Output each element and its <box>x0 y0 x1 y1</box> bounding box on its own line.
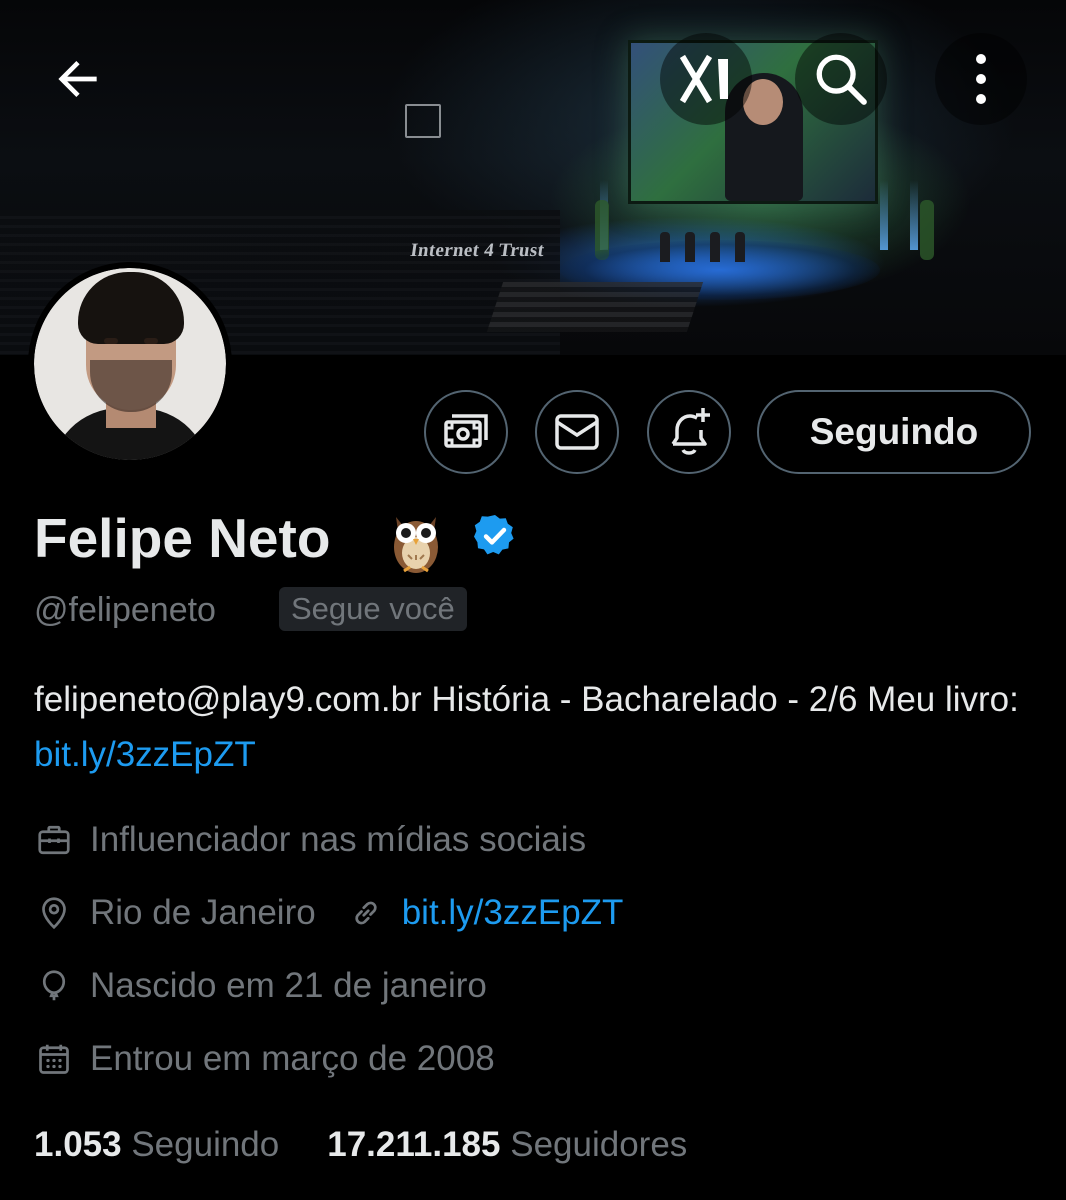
owl-emoji <box>394 517 438 573</box>
profile-stats: 1.053 Seguindo 17.211.185 Seguidores <box>34 1120 687 1170</box>
avatar[interactable] <box>28 262 232 466</box>
subscribe-icon <box>444 414 488 448</box>
joined-text: Entrou em março de 2008 <box>90 1039 495 1078</box>
subscribe-button[interactable] <box>424 390 508 474</box>
message-button[interactable] <box>535 390 619 474</box>
followers-stat-label: Seguidores <box>510 1125 688 1164</box>
profile-joined-row: Entrou em março de 2008 <box>34 1034 495 1084</box>
grok-icon <box>679 54 728 104</box>
arrow-left-icon <box>58 61 97 97</box>
grok-button[interactable] <box>660 33 752 125</box>
envelope-icon <box>555 414 599 450</box>
following-count: 1.053 <box>34 1125 122 1164</box>
balloon-icon <box>34 966 74 1006</box>
following-button[interactable]: Seguindo <box>757 390 1031 474</box>
banner-stairs <box>486 282 704 332</box>
following-stat-label: Seguindo <box>131 1125 280 1164</box>
following-stat[interactable]: 1.053 Seguindo <box>34 1125 279 1164</box>
notify-button[interactable] <box>647 390 731 474</box>
calendar-icon <box>34 1039 74 1079</box>
profile-birth-row: Nascido em 21 de janeiro <box>34 961 487 1011</box>
search-icon <box>816 54 867 105</box>
location-text: Rio de Janeiro <box>90 893 316 932</box>
briefcase-icon <box>34 820 74 860</box>
more-vertical-icon <box>976 54 986 104</box>
followers-count: 17.211.185 <box>327 1125 501 1164</box>
verified-badge-icon <box>474 515 514 555</box>
followers-stat[interactable]: 17.211.185 Seguidores <box>327 1125 687 1164</box>
banner-sign: Internet 4 Trust <box>408 240 546 261</box>
profile-category-row: Influenciador nas mídias sociais <box>34 815 586 865</box>
search-button[interactable] <box>795 33 887 125</box>
birth-text: Nascido em 21 de janeiro <box>90 966 487 1005</box>
bio: felipeneto@play9.com.br História - Bacha… <box>34 672 1034 782</box>
bell-plus-icon <box>671 408 710 455</box>
handle: @felipeneto <box>34 591 216 629</box>
follows-you-badge: Segue você <box>279 587 467 631</box>
more-button[interactable] <box>935 33 1027 125</box>
website-link[interactable]: bit.ly/3zzEpZT <box>402 893 624 933</box>
bio-link[interactable]: bit.ly/3zzEpZT <box>34 735 256 774</box>
display-name: Felipe Neto <box>34 507 331 569</box>
banner-unesco-logo <box>405 104 441 138</box>
profile-location-row: Rio de Janeiro bit.ly/3zzEpZT <box>34 888 623 938</box>
bio-text: felipeneto@play9.com.br História - Bacha… <box>34 680 1019 719</box>
category-text: Influenciador nas mídias sociais <box>90 820 587 859</box>
back-button[interactable] <box>32 33 124 125</box>
map-pin-icon <box>34 893 74 933</box>
link-icon <box>346 893 386 933</box>
